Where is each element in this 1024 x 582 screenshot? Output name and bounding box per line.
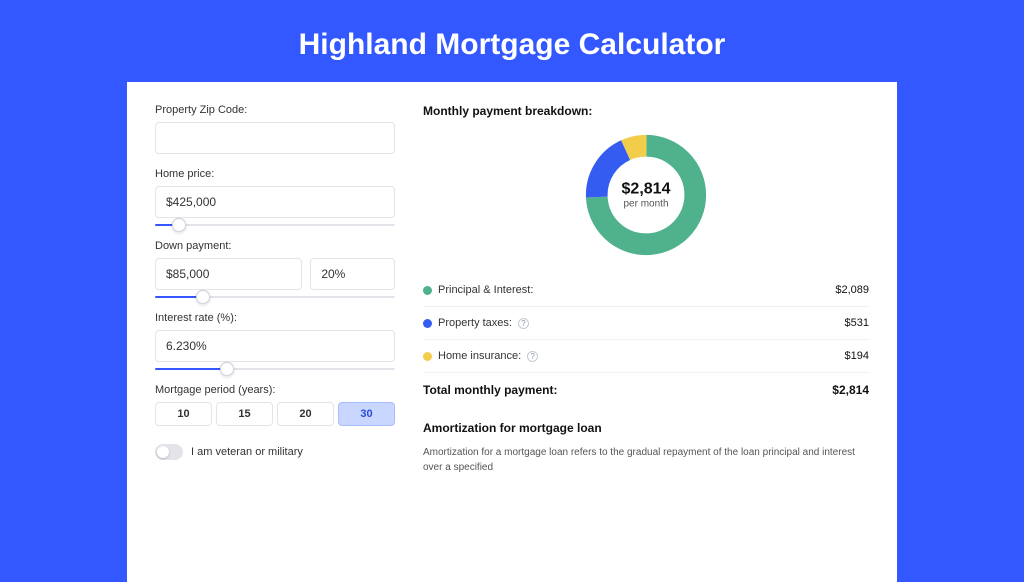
donut-amount: $2,814 (622, 181, 671, 199)
veteran-label: I am veteran or military (191, 446, 303, 458)
home-price-label: Home price: (155, 168, 395, 180)
period-label: Mortgage period (years): (155, 384, 395, 396)
zip-label: Property Zip Code: (155, 104, 395, 116)
home-price-slider[interactable] (155, 224, 395, 226)
down-payment-input[interactable] (155, 258, 302, 290)
interest-rate-slider[interactable] (155, 368, 395, 370)
breakdown-title: Monthly payment breakdown: (423, 104, 869, 118)
home-price-input[interactable] (155, 186, 395, 218)
interest-rate-input[interactable] (155, 330, 395, 362)
breakdown-line: Property taxes:? $531 (423, 306, 869, 339)
veteran-toggle[interactable] (155, 444, 183, 460)
down-payment-slider[interactable] (155, 296, 395, 298)
period-btn-15[interactable]: 15 (216, 402, 273, 426)
breakdown-panel: Monthly payment breakdown: $2,814 per mo… (423, 104, 869, 560)
period-btn-10[interactable]: 10 (155, 402, 212, 426)
breakdown-item-value: $531 (845, 317, 869, 329)
down-payment-pct-input[interactable] (310, 258, 395, 290)
calculator-card: Property Zip Code: Home price: Down paym… (127, 82, 897, 582)
breakdown-line: Home insurance:? $194 (423, 339, 869, 372)
slider-thumb[interactable] (196, 290, 210, 304)
interest-rate-label: Interest rate (%): (155, 312, 395, 324)
total-label: Total monthly payment: (423, 383, 557, 397)
slider-thumb[interactable] (172, 218, 186, 232)
legend-dot (423, 319, 432, 328)
total-value: $2,814 (832, 383, 869, 397)
down-payment-label: Down payment: (155, 240, 395, 252)
breakdown-item-label: Principal & Interest: (438, 284, 533, 296)
donut-sublabel: per month (622, 199, 671, 210)
breakdown-line: Principal & Interest: $2,089 (423, 274, 869, 306)
help-icon[interactable]: ? (527, 351, 538, 362)
legend-dot (423, 286, 432, 295)
zip-input[interactable] (155, 122, 395, 154)
breakdown-item-value: $2,089 (835, 284, 869, 296)
breakdown-item-label: Home insurance: (438, 350, 521, 362)
help-icon[interactable]: ? (518, 318, 529, 329)
amortization-text: Amortization for a mortgage loan refers … (423, 445, 869, 475)
breakdown-item-label: Property taxes: (438, 317, 512, 329)
legend-dot (423, 352, 432, 361)
amortization-section: Amortization for mortgage loan Amortizat… (423, 421, 869, 475)
period-btn-20[interactable]: 20 (277, 402, 334, 426)
period-btn-30[interactable]: 30 (338, 402, 395, 426)
breakdown-item-value: $194 (845, 350, 869, 362)
amortization-title: Amortization for mortgage loan (423, 421, 869, 435)
page-title: Highland Mortgage Calculator (299, 28, 726, 62)
form-panel: Property Zip Code: Home price: Down paym… (155, 104, 395, 560)
slider-thumb[interactable] (220, 362, 234, 376)
breakdown-donut-chart: $2,814 per month (581, 130, 711, 260)
